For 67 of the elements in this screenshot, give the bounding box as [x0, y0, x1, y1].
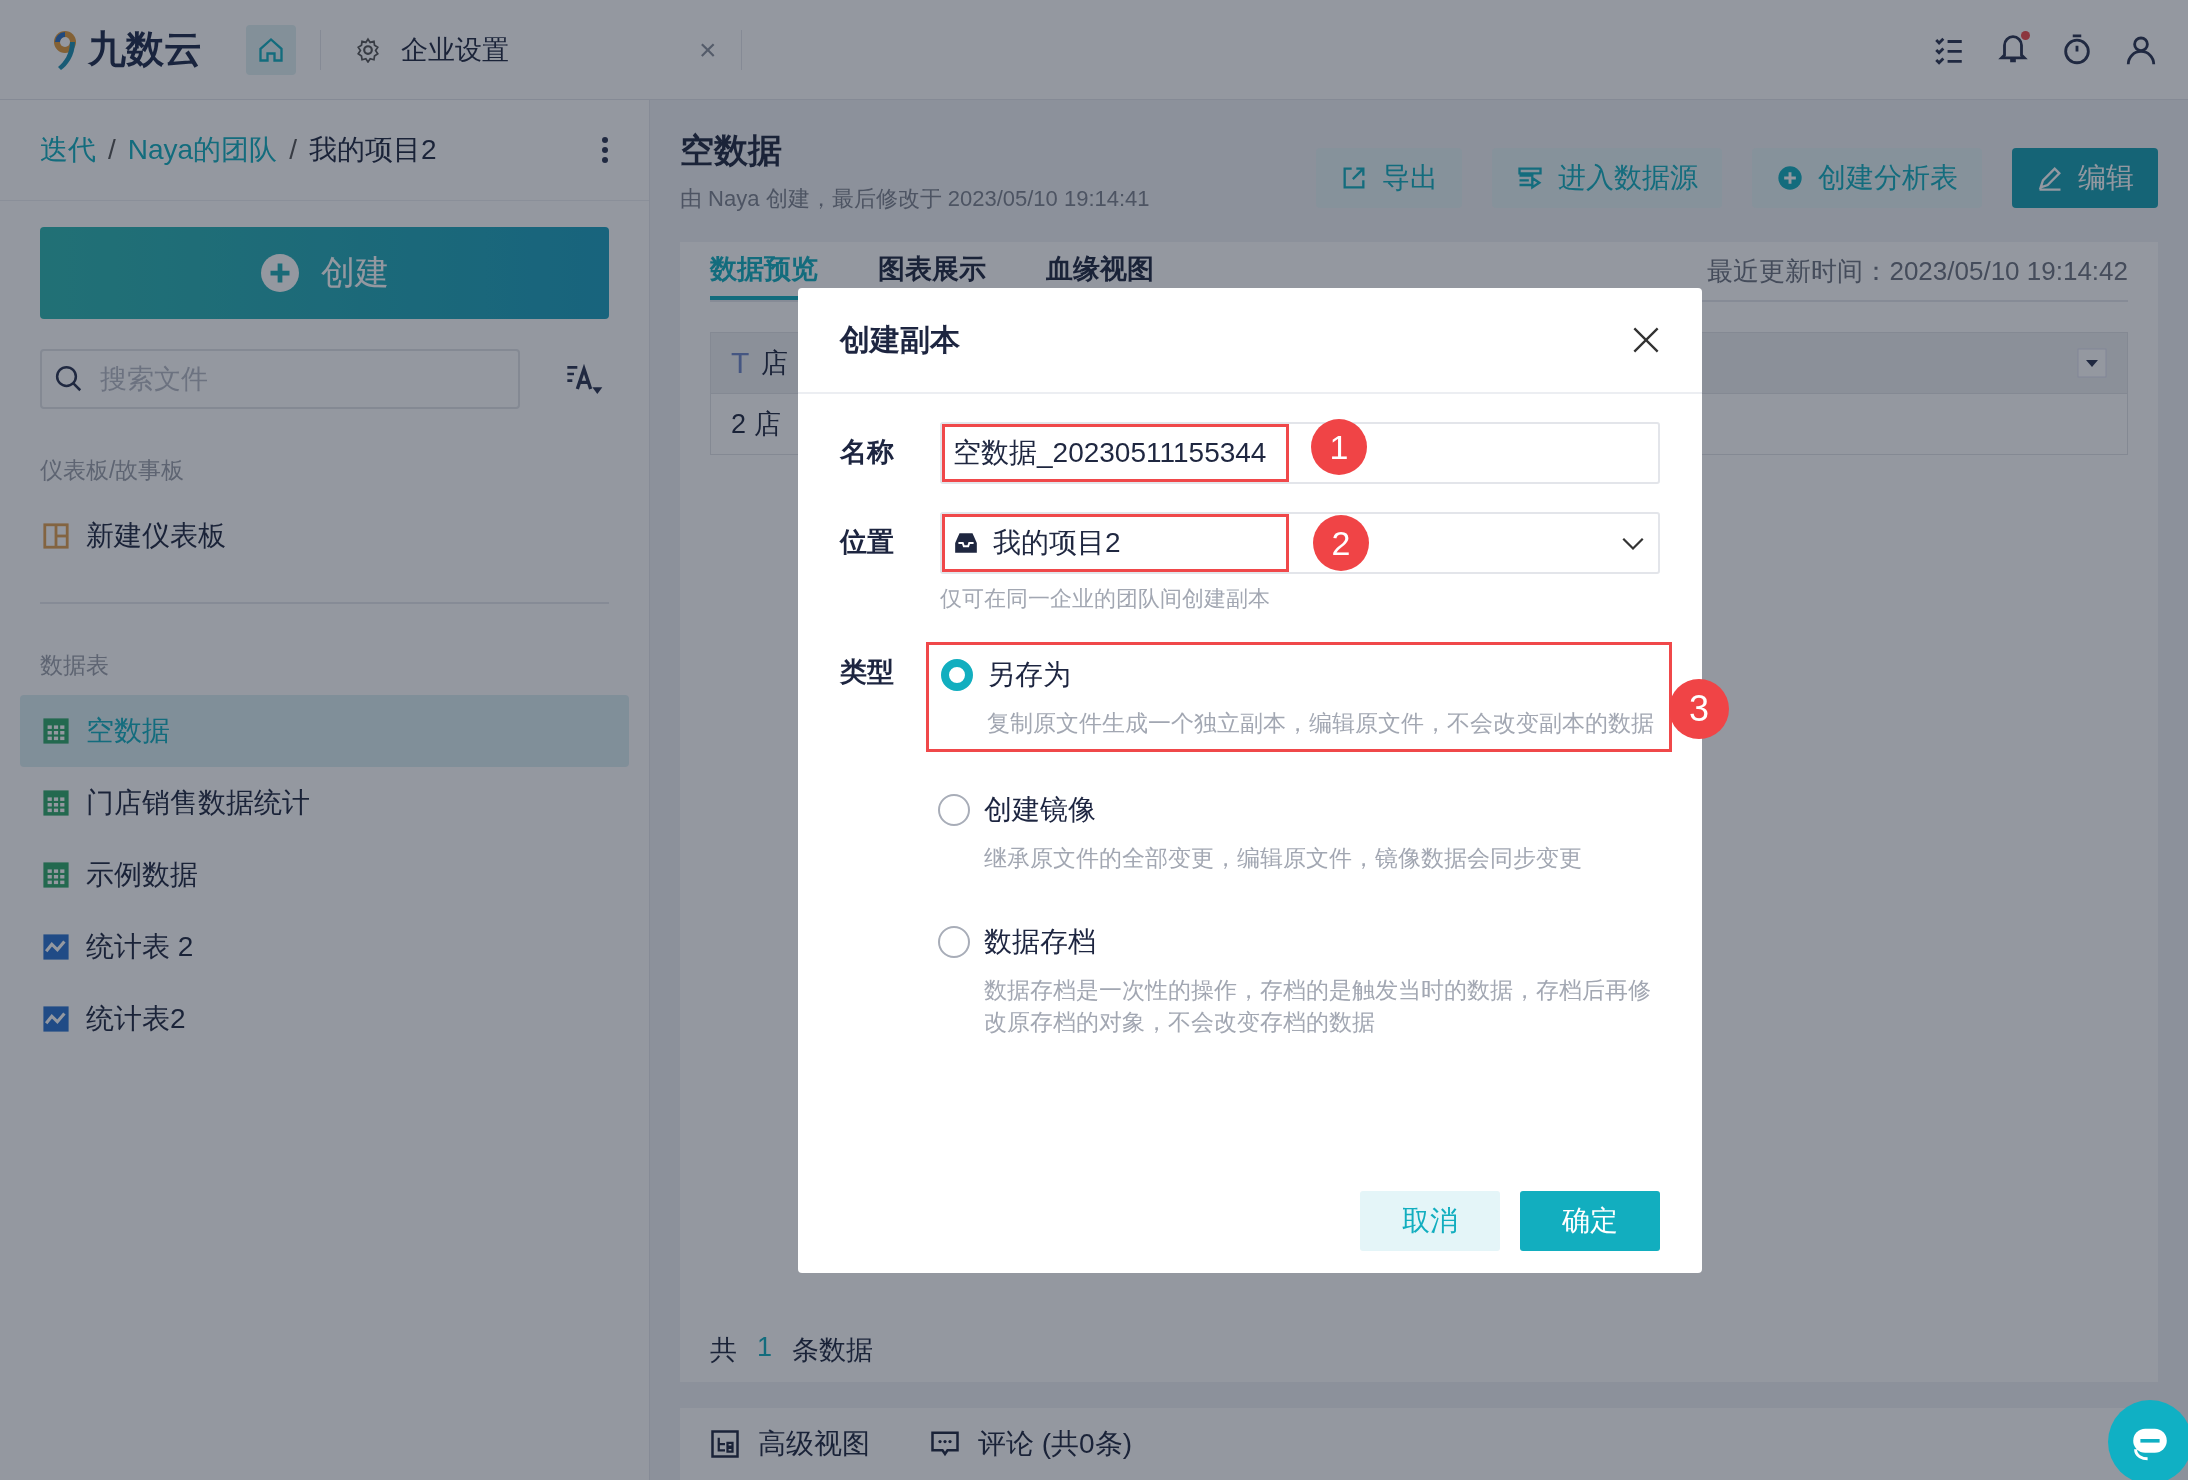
caret-icon[interactable]: [2077, 348, 2107, 378]
item-label: 统计表2: [86, 1002, 186, 1036]
comment-icon: [930, 1429, 960, 1459]
option-label: 数据存档: [984, 925, 1096, 959]
search-icon: [54, 364, 84, 394]
sidebar-item[interactable]: 统计表2: [20, 983, 629, 1055]
page-title: 空数据: [680, 130, 783, 171]
column-header[interactable]: 店: [761, 345, 789, 381]
bottom-bar-label: 高级视图: [758, 1427, 870, 1461]
bottom-bar-label: 评论 (共0条): [978, 1427, 1132, 1461]
table-icon: [42, 789, 70, 817]
sidebar-item[interactable]: 新建仪表板: [20, 500, 629, 572]
inbox-icon: [953, 530, 979, 556]
radio-button[interactable]: [941, 659, 973, 691]
callout-number: 3: [1669, 679, 1729, 739]
item-label: 示例数据: [86, 858, 198, 892]
sidebar-item[interactable]: 门店销售数据统计: [20, 767, 629, 839]
field-label: 类型: [840, 656, 895, 689]
breadcrumb-current: 我的项目2: [308, 133, 437, 167]
table-cell-text: 2 店: [731, 408, 781, 441]
count-suffix: 条数据: [792, 1334, 874, 1367]
dashboard-icon: [42, 522, 70, 550]
name-field[interactable]: 空数据_20230511155344 1: [940, 422, 1660, 484]
item-label: 门店销售数据统计: [86, 786, 310, 820]
confirm-button[interactable]: 确定: [1520, 1191, 1660, 1251]
count-prefix: 共: [710, 1334, 737, 1367]
item-label: 新建仪表板: [86, 519, 226, 553]
radio-button[interactable]: [938, 794, 970, 826]
option-description: 复制原文件生成一个独立副本，编辑原文件，不会改变副本的数据: [987, 709, 1655, 738]
column-type-mark: T: [731, 346, 750, 380]
sidebar-item[interactable]: 统计表 2: [20, 911, 629, 983]
option-label: 创建镜像: [984, 793, 1096, 827]
radio-button[interactable]: [938, 926, 970, 958]
more-icon[interactable]: [601, 136, 609, 164]
item-label: 空数据: [86, 714, 170, 748]
field-label: 位置: [840, 526, 895, 559]
home-icon: [257, 35, 285, 64]
callout-number: 1: [1311, 419, 1367, 475]
field-label: 名称: [840, 436, 895, 469]
sidebar-item[interactable]: 示例数据: [20, 839, 629, 911]
line-chart-icon: [42, 1005, 70, 1033]
bottom-bar-item[interactable]: 评论 (共0条): [930, 1425, 1132, 1463]
item-label: 统计表 2: [86, 930, 194, 964]
option-description: 数据存档是一次性的操作，存档的是触发当时的数据，存档后再修改原存档的对象，不会改变存档的数据: [984, 976, 1652, 1037]
option-label: 另存为: [987, 658, 1071, 692]
pencil-icon: [2036, 164, 2064, 192]
close-icon[interactable]: [1632, 326, 1660, 354]
bottom-bar-item[interactable]: 高级视图: [710, 1425, 870, 1463]
tree-view-icon: [710, 1429, 740, 1459]
breadcrumb-separator: /: [108, 134, 116, 166]
page-subtitle: 由 Naya 创建，最后修改于 2023/05/10 19:14:41: [680, 185, 1150, 213]
page-tab[interactable]: 企业设置: [345, 23, 519, 76]
callout-number: 2: [1313, 515, 1369, 571]
option-description: 继承原文件的全部变更，编辑原文件，镜像数据会同步变更: [984, 844, 1583, 873]
plus-circle-icon: [1776, 164, 1804, 192]
gear-icon: [355, 36, 381, 63]
location-select[interactable]: 我的项目2 2: [940, 512, 1660, 574]
table-icon: [42, 861, 70, 889]
plus-circle-icon: [260, 254, 299, 292]
last-updated: 最近更新时间：2023/05/10 19:14:42: [1707, 254, 2128, 288]
field-hint: 仅可在同一企业的团队间创建副本: [940, 585, 1271, 613]
breadcrumb-separator: /: [289, 134, 297, 166]
row-count: 1: [757, 1332, 773, 1364]
dialog-title: 创建副本: [840, 321, 960, 358]
table-icon: [42, 717, 70, 745]
line-chart-icon: [42, 933, 70, 961]
logo-text: 九数云: [88, 27, 202, 72]
